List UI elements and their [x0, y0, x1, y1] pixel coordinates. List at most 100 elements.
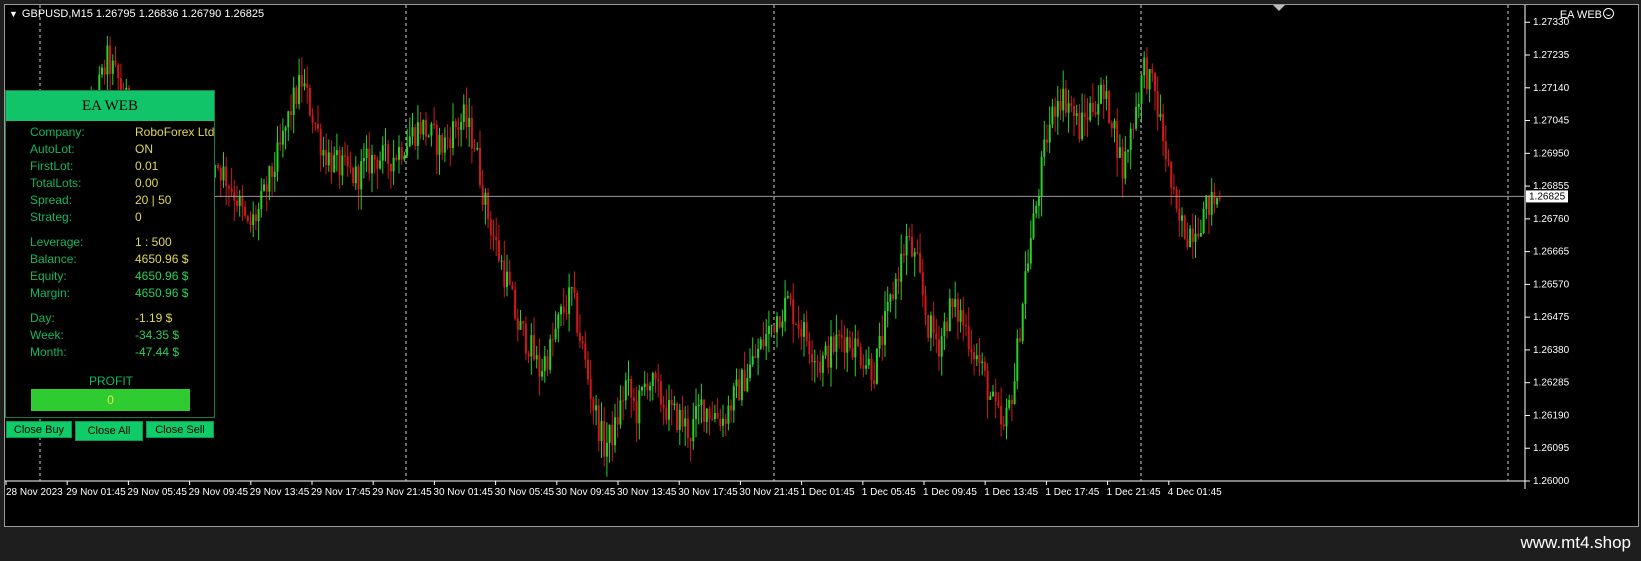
candle-body	[506, 271, 508, 287]
candle-body	[1189, 228, 1192, 248]
candle-body	[916, 252, 919, 254]
candle-body	[719, 418, 722, 426]
candle-body	[668, 400, 670, 420]
candle-body	[516, 318, 519, 330]
shift-marker-icon[interactable]	[1273, 5, 1285, 11]
candle-body	[1191, 228, 1194, 242]
candle-body	[597, 405, 600, 442]
candle-body	[1005, 407, 1008, 427]
candle-body	[473, 148, 476, 150]
ea-row-label: Equity:	[30, 269, 67, 283]
candle-body	[1162, 114, 1165, 142]
candle-body	[708, 408, 711, 419]
candle-body	[217, 165, 220, 168]
candle-body	[452, 121, 454, 149]
candle-body	[244, 206, 247, 216]
candle-body	[813, 361, 816, 363]
candle-body	[824, 345, 827, 356]
candle-body	[492, 234, 495, 237]
ea-row-equity: Equity: 4650.96 $	[30, 269, 188, 283]
candle-body	[273, 171, 276, 177]
candle-body	[821, 355, 824, 373]
candle-body	[1000, 406, 1003, 425]
candle-body	[279, 142, 282, 145]
candle-body	[735, 379, 738, 387]
candle-body	[838, 334, 841, 336]
close-buy-button[interactable]: Close Buy	[6, 421, 72, 438]
candle-body	[1056, 101, 1059, 117]
candle-body	[460, 121, 463, 130]
ea-row-value: 0	[135, 210, 142, 224]
candle-body	[738, 379, 741, 401]
candle-body	[935, 333, 938, 340]
candle-body	[325, 149, 328, 166]
candle-body	[767, 326, 770, 335]
close-sell-button[interactable]: Close Sell	[146, 421, 214, 438]
candle-body	[1091, 103, 1094, 112]
candle-body	[1178, 208, 1181, 221]
candle-body	[1113, 120, 1116, 129]
triangle-down-icon[interactable]: ▼	[9, 9, 18, 19]
candle-body	[641, 387, 643, 391]
ea-row-autolot: AutoLot: ON	[30, 142, 153, 156]
candle-body	[551, 339, 554, 341]
candle-body	[851, 347, 854, 358]
candle-body	[319, 128, 322, 156]
ea-row-strateg: Strateg: 0	[30, 210, 142, 224]
candle-body	[344, 155, 346, 157]
candle-body	[600, 420, 603, 442]
candle-body	[627, 379, 630, 381]
price-tick-label: 1.26190	[1533, 410, 1570, 421]
candle-body	[927, 315, 930, 338]
candle-body	[311, 115, 314, 124]
ea-row-value: 4650.96 $	[135, 252, 189, 266]
candle-body	[994, 391, 997, 402]
candle-body	[1043, 139, 1046, 157]
candle-body	[468, 117, 471, 128]
candle-body	[854, 338, 857, 358]
candle-body	[535, 355, 538, 360]
candle-body	[481, 185, 484, 205]
candle-body	[441, 135, 444, 153]
price-tick-label: 1.26570	[1533, 279, 1570, 290]
candle-body	[900, 253, 903, 282]
candle-body	[678, 409, 681, 431]
candle-body	[1019, 338, 1021, 342]
candle-body	[832, 336, 835, 352]
candle-body	[1172, 187, 1175, 190]
candle-body	[805, 322, 808, 342]
candle-body	[811, 354, 814, 363]
candle-body	[943, 321, 946, 337]
smile-icon[interactable]	[1603, 8, 1614, 19]
candle-body	[1151, 69, 1154, 74]
ea-row-value: 4650.96 $	[135, 286, 189, 300]
ea-row-label: AutoLot:	[30, 142, 75, 156]
candle-body	[1143, 57, 1146, 76]
candle-body	[257, 209, 260, 222]
candle-body	[443, 137, 446, 153]
candle-body	[1078, 113, 1081, 140]
chart-window[interactable]: 1.27330 1.27235 1.27140 1.27045 1.26950 1.268…	[4, 4, 1639, 527]
candle-body	[967, 326, 970, 350]
candle-body	[341, 155, 344, 176]
candle-body	[746, 377, 749, 392]
candle-body	[457, 127, 460, 130]
ea-row-label: Spread:	[30, 193, 73, 207]
candle-body	[614, 417, 616, 446]
candle-body	[989, 396, 992, 400]
candle-body	[659, 381, 662, 405]
candle-body	[638, 390, 641, 424]
close-all-button[interactable]: Close All	[75, 421, 143, 441]
candle-body	[362, 158, 365, 162]
candle-body	[754, 356, 757, 358]
candle-body	[1010, 399, 1013, 404]
candle-body	[1073, 106, 1075, 116]
candle-body	[322, 149, 325, 156]
candle-body	[732, 386, 735, 411]
candle-body	[692, 419, 695, 442]
candle-body	[260, 190, 263, 210]
time-tick-label: 30 Nov 05:45	[495, 487, 555, 498]
candle-body	[1156, 91, 1159, 118]
price-chart[interactable]: 1.273301.272351.271401.270451.269501.268…	[5, 5, 1638, 526]
time-tick-label: 29 Nov 21:45	[372, 487, 432, 498]
